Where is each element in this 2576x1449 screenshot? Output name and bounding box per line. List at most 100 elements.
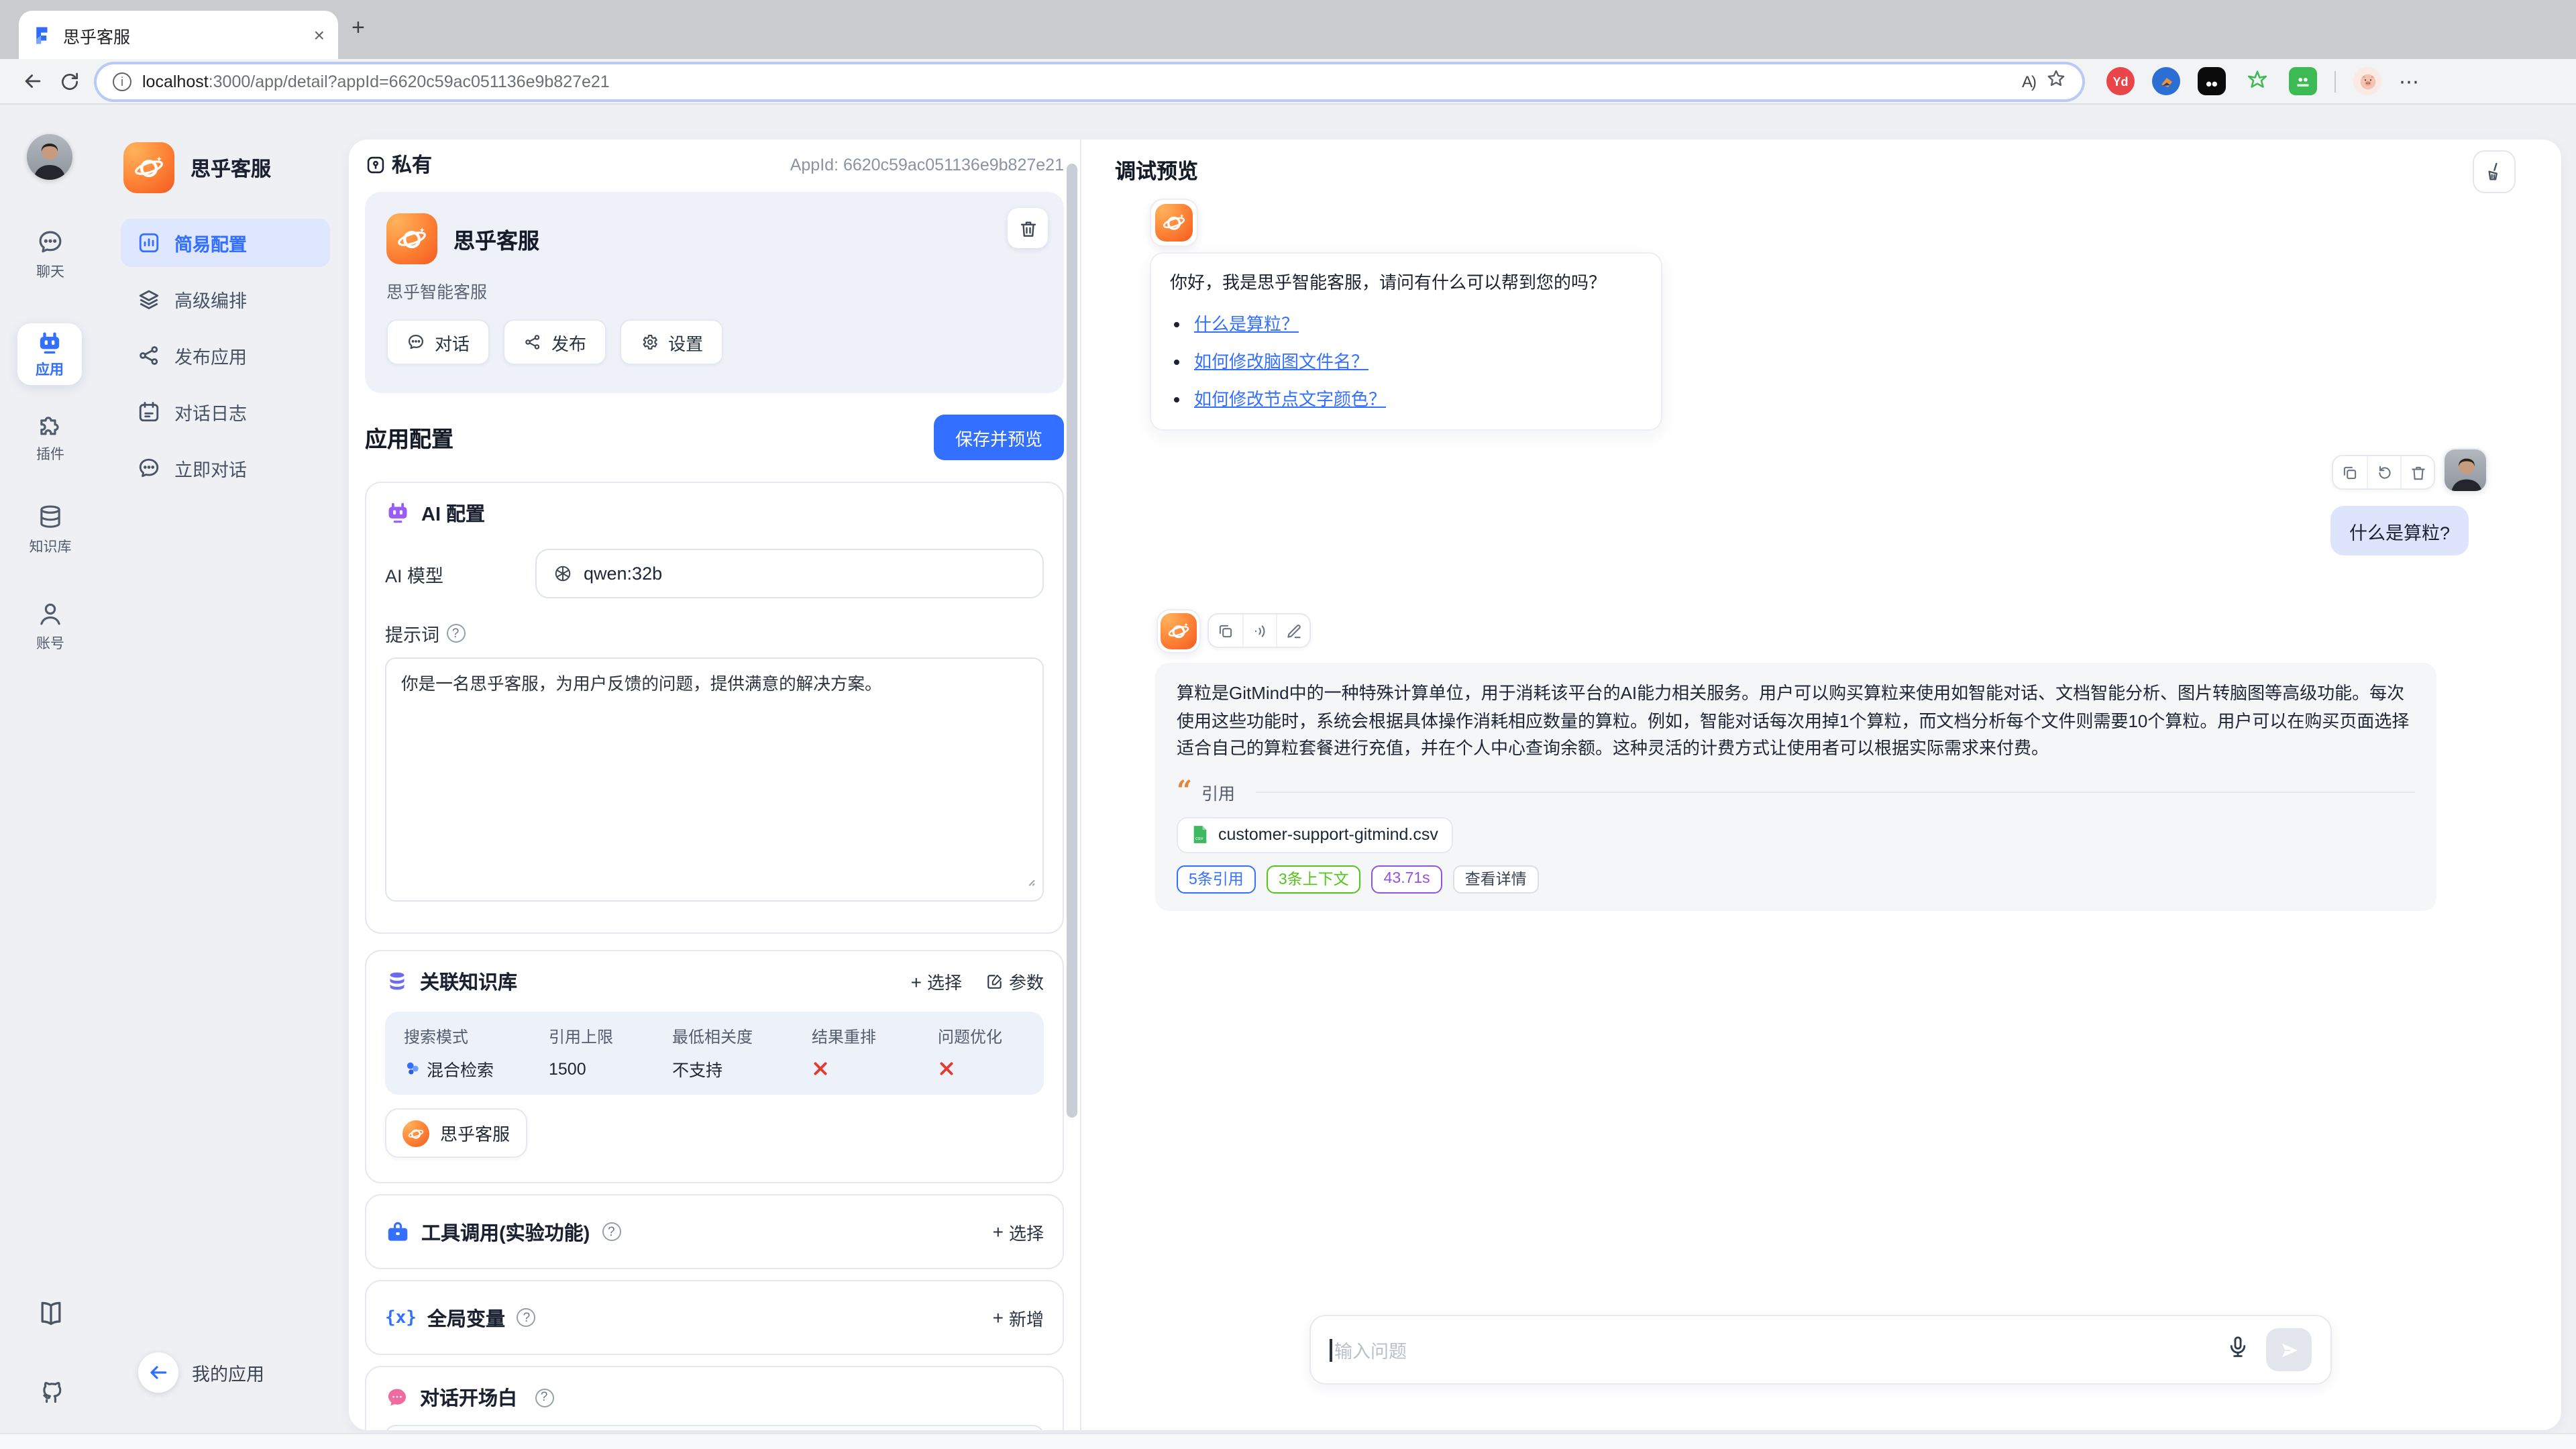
- app-id-text: AppId: 6620c59ac051136e9b827e21: [790, 155, 1064, 174]
- kb-th: 引用上限: [549, 1025, 672, 1048]
- browser-menu-icon[interactable]: ⋯: [2399, 69, 2420, 93]
- url-bar[interactable]: i localhost:3000/app/detail?appId=6620c5…: [97, 64, 2082, 99]
- menu-item-chat-now[interactable]: 立即对话: [121, 444, 330, 492]
- menu-item-chat-logs[interactable]: 对话日志: [121, 388, 330, 436]
- menu-item-simple-config[interactable]: 简易配置: [121, 219, 330, 267]
- extension-green-box-icon[interactable]: [2289, 67, 2317, 95]
- variable-icon: {x}: [385, 1307, 417, 1328]
- privacy-label: 私有: [392, 150, 432, 178]
- kb-dataset-chip[interactable]: 思乎客服: [385, 1108, 527, 1158]
- suggest-link[interactable]: 如何修改节点文字颜色？: [1194, 388, 1386, 409]
- suggest-link[interactable]: 如何修改脑图文件名？: [1194, 351, 1368, 371]
- menu-item-publish[interactable]: 发布应用: [121, 331, 330, 380]
- app-card-actions: 对话 发布 设置: [386, 319, 1042, 365]
- rail-item-chat[interactable]: 聊天: [0, 228, 101, 282]
- kb-query-extend-cross-icon: [938, 1060, 1025, 1077]
- rail-label: 应用: [36, 359, 64, 379]
- kb-search-mode: 混合检索: [404, 1056, 549, 1081]
- rail-item-account[interactable]: 账号: [0, 600, 101, 653]
- retry-icon[interactable]: [2367, 456, 2400, 488]
- quote-label: 引用: [1201, 779, 1235, 804]
- save-preview-button[interactable]: 保存并预览: [934, 415, 1064, 460]
- site-info-icon[interactable]: i: [113, 72, 131, 91]
- rail-item-knowledge[interactable]: 知识库: [0, 503, 101, 557]
- help-question-icon[interactable]: ?: [446, 624, 465, 643]
- extension-black-icon[interactable]: [2198, 67, 2226, 95]
- chat-bubble-icon: [0, 228, 101, 258]
- extension-green-star-icon[interactable]: [2243, 67, 2271, 95]
- new-tab-button[interactable]: +: [352, 15, 365, 42]
- hybrid-search-icon: [404, 1060, 421, 1077]
- kb-table-header-row: 搜索模式 引用上限 最低相关度 结果重排 问题优化: [404, 1025, 1025, 1048]
- bookmark-star-icon[interactable]: [2046, 68, 2066, 95]
- extension-yd-icon[interactable]: Yd: [2106, 67, 2135, 95]
- kb-mode-label: 混合检索: [427, 1056, 494, 1081]
- browser-tab-bar: 思乎客服 × +: [0, 0, 2576, 59]
- help-question-icon[interactable]: ?: [535, 1388, 553, 1407]
- tab-close-icon[interactable]: ×: [314, 24, 325, 46]
- edit-icon[interactable]: [1276, 614, 1309, 647]
- settings-action-button[interactable]: 设置: [620, 319, 723, 365]
- copy-icon[interactable]: [1209, 614, 1242, 647]
- tab-title: 思乎客服: [63, 22, 303, 48]
- opening-head: 对话开场白 ?: [385, 1383, 1044, 1411]
- text-to-speech-icon[interactable]: [1242, 614, 1276, 647]
- url-text[interactable]: localhost:3000/app/detail?appId=6620c59a…: [142, 72, 2011, 91]
- kb-params-button[interactable]: 参数: [986, 969, 1044, 994]
- clear-history-button[interactable]: [2473, 150, 2516, 193]
- view-detail-button[interactable]: 查看详情: [1453, 865, 1539, 893]
- chat-input-bar[interactable]: 输入问题: [1309, 1315, 2332, 1385]
- app-sidebar: 思乎客服 简易配置 高级编排: [101, 105, 349, 1449]
- chat-action-button[interactable]: 对话: [386, 319, 490, 365]
- profile-avatar-pig[interactable]: [2353, 67, 2381, 95]
- dataset-logo: [402, 1120, 429, 1146]
- reader-mode-icon[interactable]: A): [2022, 72, 2035, 91]
- github-icon[interactable]: [0, 1377, 101, 1406]
- privacy-row: 私有 AppId: 6620c59ac051136e9b827e21: [365, 150, 1064, 178]
- quote-count-badge[interactable]: 5条引用: [1177, 865, 1256, 893]
- copy-icon[interactable]: [2333, 456, 2367, 488]
- tools-select-button[interactable]: +选择: [993, 1219, 1044, 1244]
- duration-badge[interactable]: 43.71s: [1372, 865, 1442, 893]
- help-question-icon[interactable]: ?: [602, 1222, 621, 1241]
- kb-th: 最低相关度: [672, 1025, 812, 1048]
- user-avatar-rail[interactable]: [27, 134, 72, 180]
- context-count-badge[interactable]: 3条上下文: [1267, 865, 1361, 893]
- quote-divider: [1255, 791, 2415, 792]
- extension-blue-icon[interactable]: [2152, 67, 2180, 95]
- prompt-label-row: 提示词 ?: [385, 620, 1044, 647]
- reload-icon[interactable]: [51, 65, 89, 97]
- suggest-link[interactable]: 什么是算粒？: [1194, 313, 1299, 333]
- send-button[interactable]: [2266, 1328, 2312, 1371]
- model-select[interactable]: qwen:32b: [535, 549, 1044, 598]
- publish-action-button[interactable]: 发布: [503, 319, 606, 365]
- kb-select-button[interactable]: +选择: [911, 969, 962, 994]
- menu-label: 简易配置: [174, 229, 247, 256]
- extension-row: Yd ⋯: [2106, 67, 2420, 95]
- opening-textarea[interactable]: 你好，我是思乎智能客服，请问有什么可以帮到你的吗？: [385, 1425, 1044, 1430]
- docs-book-icon[interactable]: [0, 1299, 101, 1328]
- delete-icon[interactable]: [2400, 456, 2434, 488]
- quoted-file-chip[interactable]: csv customer-support-gitmind.csv: [1177, 816, 1453, 853]
- back-icon[interactable]: [13, 65, 51, 97]
- help-question-icon[interactable]: ?: [517, 1308, 536, 1327]
- app-logo: [123, 142, 174, 193]
- config-column: 私有 AppId: 6620c59ac051136e9b827e21 思乎客服: [349, 140, 1081, 1430]
- rail-item-apps[interactable]: 应用: [17, 323, 82, 385]
- variables-add-button[interactable]: +新增: [993, 1305, 1044, 1330]
- menu-item-advanced-flow[interactable]: 高级编排: [121, 275, 330, 323]
- model-value: qwen:32b: [584, 564, 662, 584]
- delete-app-button[interactable]: [1008, 208, 1048, 248]
- resize-handle-icon[interactable]: [1022, 868, 1036, 895]
- browser-tab[interactable]: 思乎客服 ×: [19, 11, 338, 59]
- kb-th: 问题优化: [938, 1025, 1025, 1048]
- kb-th: 搜索模式: [404, 1025, 549, 1048]
- prompt-textarea[interactable]: 你是一名思乎客服，为用户反馈的问题，提供满意的解决方案。: [385, 657, 1044, 902]
- url-host: localhost: [142, 72, 209, 91]
- microphone-icon[interactable]: [2226, 1334, 2250, 1365]
- rail-item-plugins[interactable]: 插件: [0, 411, 101, 464]
- csv-file-icon: csv: [1191, 825, 1209, 844]
- my-apps-back[interactable]: 我的应用: [138, 1352, 264, 1393]
- config-scrollbar[interactable]: [1067, 164, 1077, 1118]
- tools-card: 工具调用(实验功能) ? +选择: [365, 1194, 1064, 1269]
